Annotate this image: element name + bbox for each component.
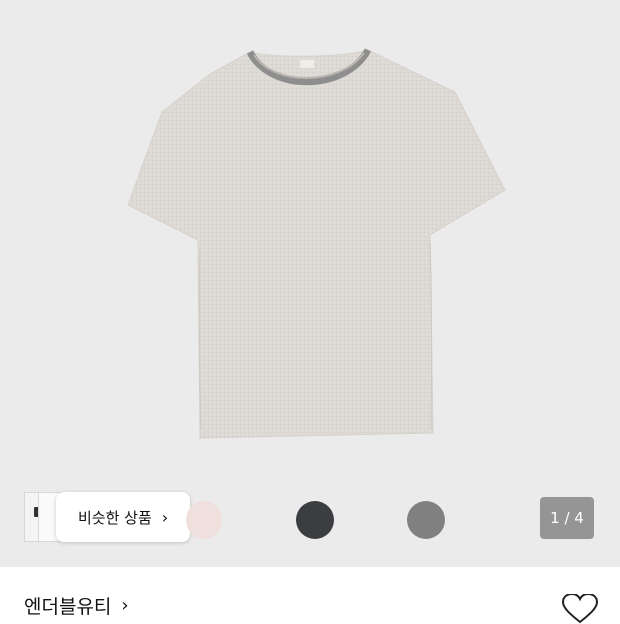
- chevron-right-icon: ›: [161, 507, 169, 527]
- color-swatch-gray[interactable]: [407, 501, 445, 539]
- product-image[interactable]: [0, 0, 620, 567]
- color-swatch-charcoal[interactable]: [296, 501, 334, 539]
- similar-products-label: 비슷한 상품: [78, 508, 152, 527]
- brand-link[interactable]: 엔더블유티 ›: [24, 592, 129, 619]
- similar-products-button[interactable]: 비슷한 상품 ›: [56, 492, 191, 542]
- brand-name: 엔더블유티: [24, 595, 112, 618]
- tshirt-illustration: [127, 48, 506, 439]
- image-page-indicator: 1 / 4: [540, 497, 594, 539]
- chevron-right-icon: ›: [121, 594, 129, 616]
- color-swatch-pink[interactable]: [186, 501, 222, 539]
- similar-products: 비슷한 상품 ›: [24, 492, 198, 542]
- brand-row: 엔더블유티 ›: [24, 590, 599, 624]
